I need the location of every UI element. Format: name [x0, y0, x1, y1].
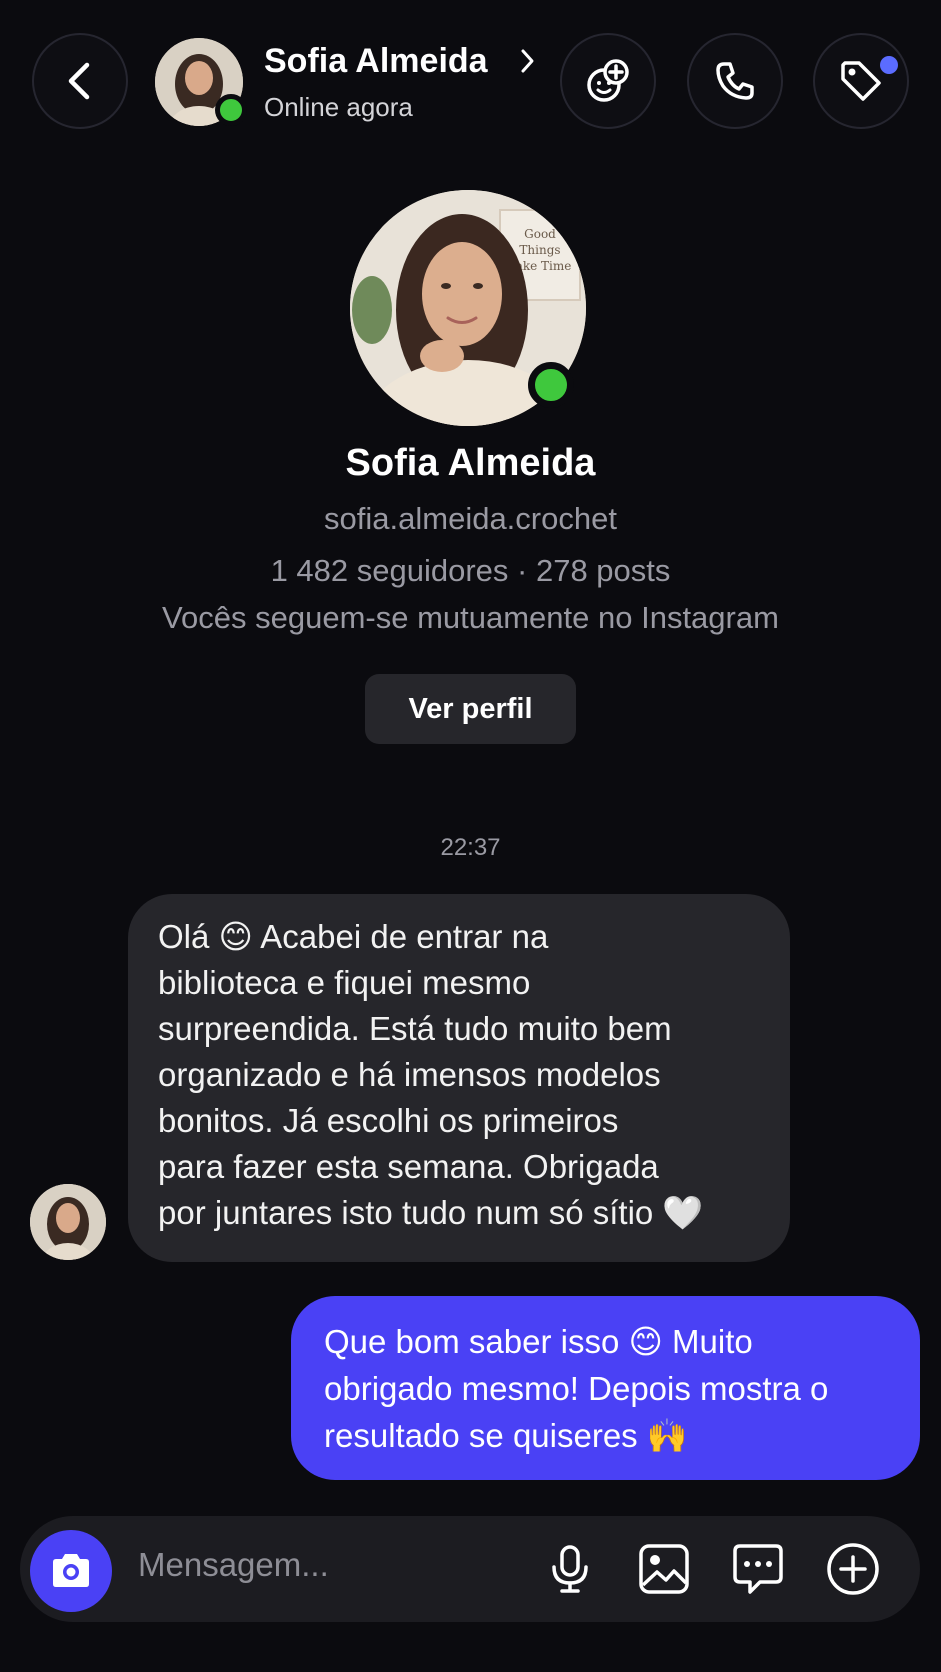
- message-line: organizado e há imensos modelos: [158, 1056, 661, 1093]
- tag-button[interactable]: [813, 33, 909, 129]
- profile-username: sofia.almeida.crochet: [324, 501, 617, 536]
- microphone-icon[interactable]: [542, 1541, 598, 1597]
- message-line: para fazer esta semana. Obrigada: [158, 1148, 659, 1185]
- header-name[interactable]: Sofia Almeida: [264, 42, 488, 81]
- camera-icon: [53, 1554, 89, 1587]
- message-line: bonitos. Já escolhi os primeiros: [158, 1102, 619, 1139]
- online-indicator: [215, 94, 247, 126]
- phone-icon: [716, 62, 754, 100]
- message-input[interactable]: Mensagem...: [138, 1546, 329, 1584]
- sender-avatar[interactable]: [30, 1184, 106, 1260]
- notification-dot: [880, 56, 898, 74]
- profile-name: Sofia Almeida: [345, 442, 596, 484]
- message-line: obrigado mesmo! Depois mostra o: [324, 1370, 829, 1407]
- view-profile-button[interactable]: Ver perfil: [365, 674, 576, 744]
- back-chevron-icon: [68, 62, 90, 100]
- outgoing-message-bubble[interactable]: Que bom saber isso 😊 Muito obrigado mesm…: [291, 1296, 920, 1480]
- sticker-add-icon: [587, 59, 629, 102]
- plus-circle-icon[interactable]: [825, 1541, 881, 1597]
- message-line: Olá 😊 Acabei de entrar na: [158, 918, 549, 955]
- chat-bubble-icon[interactable]: [730, 1541, 786, 1597]
- message-composer: Mensagem...: [20, 1516, 920, 1622]
- sign-line-1: Good: [524, 227, 556, 241]
- call-button[interactable]: [687, 33, 783, 129]
- message-line: Que bom saber isso 😊 Muito: [324, 1323, 753, 1360]
- back-button[interactable]: [32, 33, 128, 129]
- message-line: por juntares isto tudo num só sítio 🤍: [158, 1194, 704, 1231]
- header-status: Online agora: [264, 92, 413, 122]
- incoming-message-bubble[interactable]: Olá 😊 Acabei de entrar na biblioteca e f…: [128, 894, 790, 1262]
- message-line: resultado se quiseres 🙌: [324, 1417, 688, 1454]
- profile-mutual-note: Vocês seguem-se mutuamente no Instagram: [162, 600, 779, 635]
- message-line: surpreendida. Está tudo muito bem: [158, 1010, 672, 1047]
- profile-stats: 1 482 seguidores · 278 posts: [270, 553, 671, 588]
- chevron-right-icon: [519, 46, 537, 81]
- sign-line-2: Things: [519, 243, 560, 257]
- sticker-add-button[interactable]: [560, 33, 656, 129]
- image-icon[interactable]: [636, 1541, 692, 1597]
- profile-online-indicator: [528, 362, 574, 408]
- message-timestamp: 22:37: [440, 834, 501, 861]
- message-line: biblioteca e fiquei mesmo: [158, 964, 531, 1001]
- camera-button[interactable]: [30, 1530, 112, 1612]
